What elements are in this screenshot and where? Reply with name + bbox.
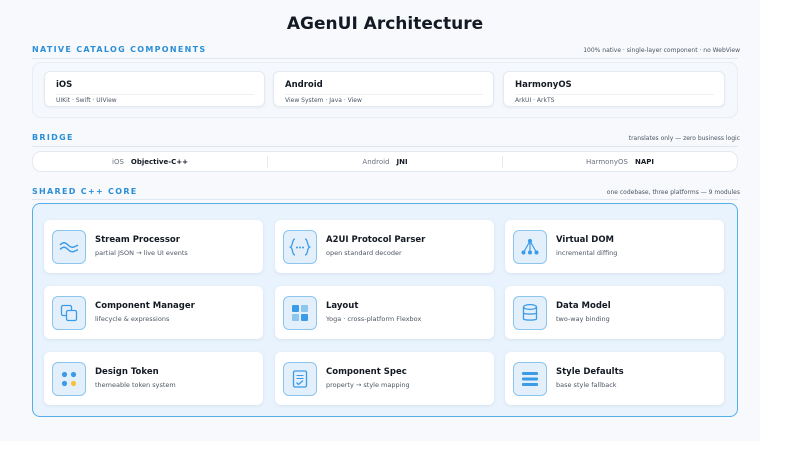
module-desc: partial JSON → live UI events [95, 249, 188, 257]
module-name: Stream Processor [95, 235, 180, 245]
module-desc: open standard decoder [326, 249, 402, 257]
bridge-bar: iOS Objective-C++ Android JNI HarmonyOS … [32, 151, 738, 172]
module-name: Component Spec [326, 367, 407, 377]
bridge-item-android: Android JNI [268, 152, 502, 171]
palette-icon [52, 362, 86, 396]
module-name: Design Token [95, 367, 159, 377]
layers-icon [52, 296, 86, 330]
platform-desc: ArkUI · ArkTS [515, 97, 555, 104]
module-desc: incremental diffing [556, 249, 618, 257]
grid-icon [283, 296, 317, 330]
platform-card-divider [515, 94, 714, 95]
bridge-section-note: translates only — zero business logic [628, 135, 740, 142]
tree-icon [513, 230, 547, 264]
bridge-language: JNI [396, 157, 408, 166]
platform-desc: View System · Java · View [285, 97, 362, 104]
platform-name: HarmonyOS [515, 80, 572, 90]
module-desc: themeable token system [95, 381, 176, 389]
platform-name: Android [285, 80, 323, 90]
list-icon [513, 362, 547, 396]
module-desc: two-way binding [556, 315, 610, 323]
core-section-divider [32, 199, 738, 200]
module-name: Data Model [556, 301, 611, 311]
wave-icon [52, 230, 86, 264]
module-card-layout: Layout Yoga · cross-platform Flexbox [275, 286, 494, 339]
module-card-stream-processor: Stream Processor partial JSON → live UI … [44, 220, 263, 273]
bridge-language: NAPI [634, 157, 654, 166]
module-desc: lifecycle & expressions [95, 315, 170, 323]
bridge-platform: iOS [112, 157, 124, 166]
module-card-component-spec: Component Spec property → style mapping [275, 352, 494, 405]
core-section-label: SHARED C++ CORE [32, 187, 138, 196]
module-name: Virtual DOM [556, 235, 614, 245]
module-card-data-model: Data Model two-way binding [505, 286, 724, 339]
platform-card-harmonyos: HarmonyOS ArkUI · ArkTS [503, 71, 725, 107]
native-section-note: 100% native · single-layer component · n… [583, 47, 740, 54]
module-desc: base style fallback [556, 381, 617, 389]
module-name: Style Defaults [556, 367, 624, 377]
bridge-platform: Android [362, 157, 390, 166]
spec-icon [283, 362, 317, 396]
module-card-design-token: Design Token themeable token system [44, 352, 263, 405]
module-name: Layout [326, 301, 359, 311]
module-card-component-manager: Component Manager lifecycle & expression… [44, 286, 263, 339]
bridge-section-label: BRIDGE [32, 133, 74, 142]
core-section-note: one codebase, three platforms — 9 module… [606, 189, 740, 196]
module-desc: Yoga · cross-platform Flexbox [326, 315, 422, 323]
platform-name: iOS [56, 80, 73, 90]
diagram-title: AGenUI Architecture [286, 14, 484, 34]
bridge-language: Objective-C++ [130, 157, 188, 166]
bridge-section-divider [32, 146, 738, 147]
platform-card-divider [285, 94, 483, 95]
platform-desc: UIKit · Swift · UIView [56, 97, 117, 104]
database-icon [513, 296, 547, 330]
braces-icon [283, 230, 317, 264]
bridge-item-harmonyos: HarmonyOS NAPI [503, 152, 737, 171]
module-card-a2ui-protocol-parser: A2UI Protocol Parser open standard decod… [275, 220, 494, 273]
native-section-label: NATIVE CATALOG COMPONENTS [32, 45, 207, 54]
platform-card-divider [56, 94, 254, 95]
native-section-divider [32, 58, 738, 59]
module-name: A2UI Protocol Parser [326, 235, 426, 245]
module-card-virtual-dom: Virtual DOM incremental diffing [505, 220, 724, 273]
module-card-style-defaults: Style Defaults base style fallback [505, 352, 724, 405]
platform-card-android: Android View System · Java · View [273, 71, 494, 107]
platform-card-ios: iOS UIKit · Swift · UIView [44, 71, 265, 107]
bridge-platform: HarmonyOS [586, 157, 628, 166]
bridge-item-ios: iOS Objective-C++ [33, 152, 267, 171]
module-name: Component Manager [95, 301, 195, 311]
module-desc: property → style mapping [326, 381, 410, 389]
